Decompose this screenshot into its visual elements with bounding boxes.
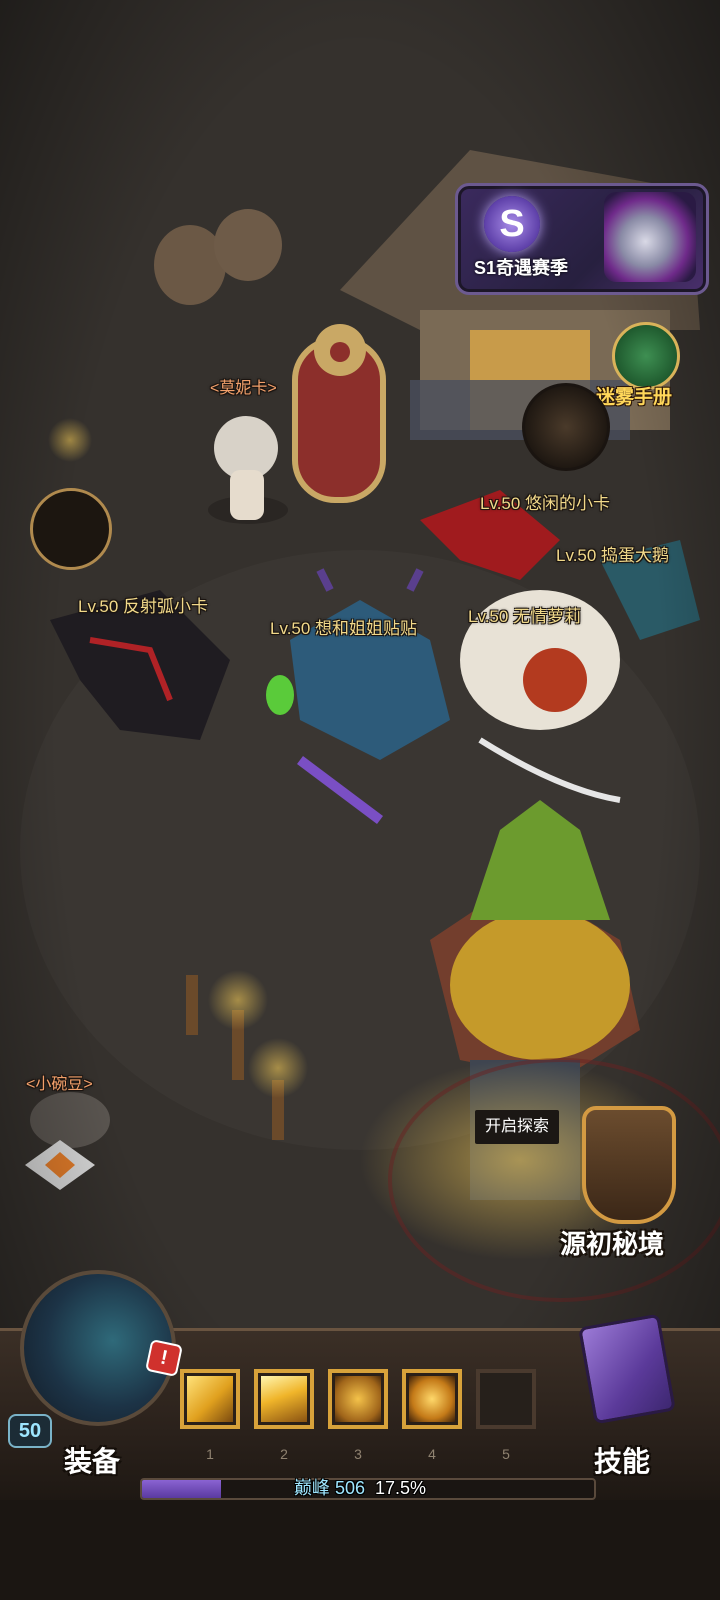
slot-number: 1	[191, 1445, 229, 1463]
bottom-strip	[0, 1500, 720, 1600]
skill-slot-3[interactable]	[328, 1369, 388, 1429]
fog-manual-button[interactable]: 迷雾手册	[596, 322, 712, 408]
origin-realm-button[interactable]: 源初秘境	[556, 1096, 696, 1276]
slot-number: 4	[413, 1445, 451, 1463]
level-badge: 50	[8, 1414, 52, 1448]
peak-points: 506	[334, 1478, 365, 1498]
season-logo-icon: S	[484, 196, 540, 252]
slot-number: 5	[487, 1445, 525, 1463]
wolf-portrait-icon[interactable]	[522, 383, 610, 471]
crystal-orb-icon[interactable]	[30, 488, 112, 570]
explore-tooltip[interactable]: 开启探索	[475, 1110, 560, 1144]
skill-slot-4[interactable]	[402, 1369, 462, 1429]
skill-slot-2[interactable]	[254, 1369, 314, 1429]
spellbook-icon	[578, 1313, 676, 1425]
wind-slash-icon	[187, 1376, 233, 1422]
season-title: S1奇遇赛季	[474, 258, 569, 278]
blade-beam-icon	[261, 1376, 307, 1422]
skills-button[interactable]	[572, 1313, 682, 1426]
skill-slot-5[interactable]	[476, 1369, 536, 1429]
season-banner[interactable]: S S1奇遇赛季	[455, 183, 709, 295]
player-name-tag[interactable]: Lv.50 想和姐姐贴贴	[270, 614, 417, 639]
demon-aura-icon	[409, 1376, 455, 1422]
skill-slot-1[interactable]	[180, 1369, 240, 1429]
book-icon	[612, 322, 680, 390]
claw-icon	[335, 1376, 381, 1422]
player-name-tag[interactable]: Lv.50 反射弧小卡	[78, 592, 208, 617]
equipment-alert-badge: !	[145, 1339, 183, 1377]
peak-progress-text: 巅峰 506 17.5%	[0, 1474, 720, 1500]
slot-number: 2	[265, 1445, 303, 1463]
helmet-icon	[604, 192, 696, 282]
player-name-tag[interactable]: Lv.50 捣蛋大鹅	[556, 541, 669, 566]
demon-skull-icon	[582, 1106, 676, 1224]
npc-name-monica[interactable]: <莫妮卡>	[210, 374, 277, 398]
slot-number: 3	[339, 1445, 377, 1463]
player-name-tag[interactable]: Lv.50 无情萝莉	[468, 602, 581, 627]
peak-percent: 17.5%	[375, 1478, 427, 1498]
origin-realm-label: 源初秘境	[560, 1229, 665, 1259]
peak-tier-label: 巅峰	[293, 1478, 330, 1498]
npc-name-pea[interactable]: <小碗豆>	[26, 1070, 93, 1094]
fog-manual-label: 迷雾手册	[596, 387, 673, 408]
player-name-tag[interactable]: Lv.50 悠闲的小卡	[480, 489, 610, 514]
